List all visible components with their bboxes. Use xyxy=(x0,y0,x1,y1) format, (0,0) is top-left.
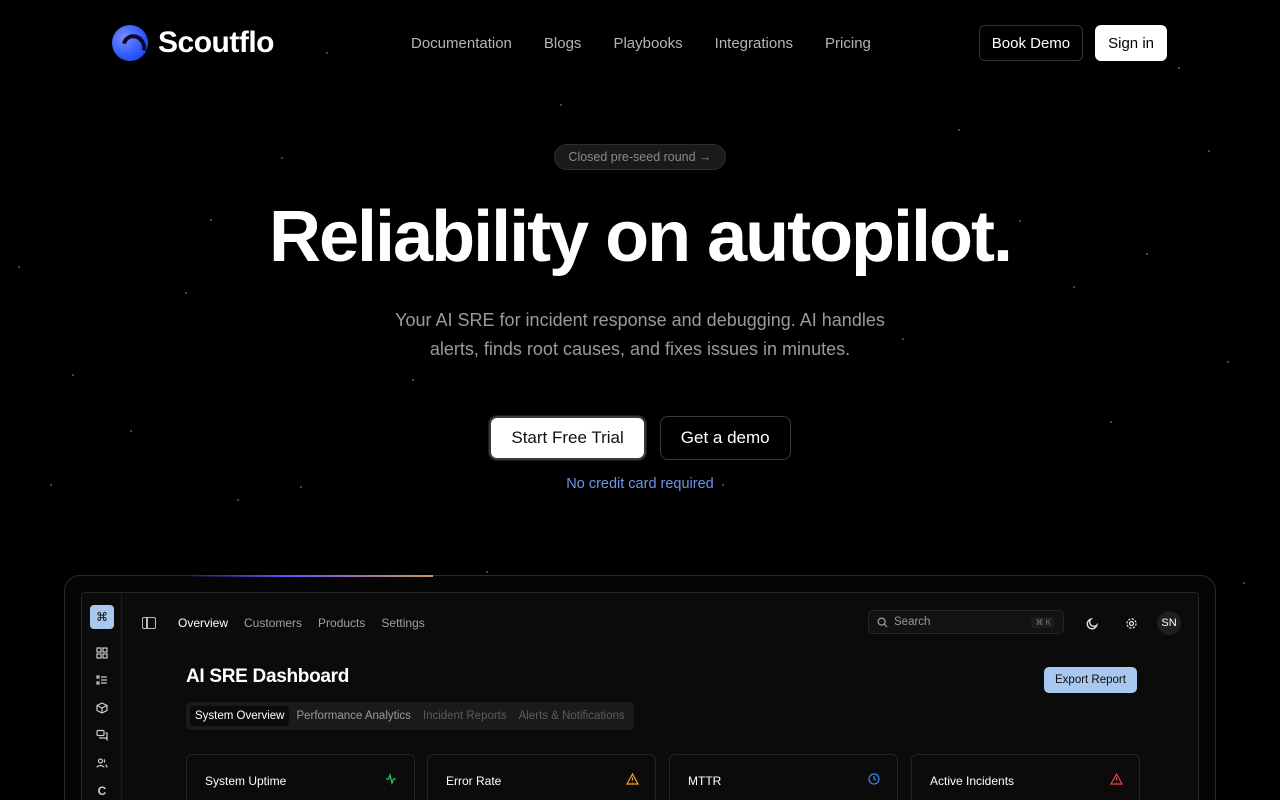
brand-name: Scoutflo xyxy=(158,26,275,59)
list-icon[interactable] xyxy=(90,668,114,692)
gear-icon[interactable] xyxy=(1119,611,1143,635)
users-icon[interactable] xyxy=(90,751,114,775)
card-title: Error Rate xyxy=(446,774,502,788)
nav-link-playbooks[interactable]: Playbooks xyxy=(613,35,682,52)
logo-icon[interactable]: C xyxy=(90,779,114,800)
dashboard-subtabs: System Overview Performance Analytics In… xyxy=(186,702,634,730)
search-shortcut: ⌘ K xyxy=(1031,616,1055,628)
hero-headline: Reliability on autopilot. xyxy=(269,197,1013,277)
activity-icon xyxy=(384,772,398,786)
avatar[interactable]: SN xyxy=(1157,611,1181,635)
top-navigation: Scoutflo Documentation Blogs Playbooks I… xyxy=(112,25,1167,61)
subtab-alerts-notifications[interactable]: Alerts & Notifications xyxy=(514,706,630,726)
dashboard-tabs: Overview Customers Products Settings xyxy=(178,616,425,630)
grid-icon[interactable] xyxy=(90,641,114,665)
metric-card-active-incidents[interactable]: Active Incidents xyxy=(911,754,1140,800)
card-title: MTTR xyxy=(688,774,722,788)
dashboard-topbar: Overview Customers Products Settings Sea… xyxy=(142,610,1198,636)
nav-link-documentation[interactable]: Documentation xyxy=(411,35,512,52)
export-report-button[interactable]: Export Report xyxy=(1044,667,1137,693)
logo-icon xyxy=(112,25,148,61)
moon-icon[interactable] xyxy=(1080,611,1104,635)
tab-customers[interactable]: Customers xyxy=(244,616,302,630)
search-placeholder: Search xyxy=(894,616,931,628)
get-a-demo-button[interactable]: Get a demo xyxy=(659,416,791,460)
announcement-pill[interactable]: Closed pre-seed round → xyxy=(554,144,726,170)
metric-card-mttr[interactable]: MTTR xyxy=(669,754,898,800)
metric-card-system-uptime[interactable]: System Uptime xyxy=(186,754,415,800)
dashboard-title: AI SRE Dashboard xyxy=(186,666,350,687)
clock-icon xyxy=(867,772,881,786)
dashboard-preview-frame: ⌘ C Overview Customers Products Settings… xyxy=(64,575,1216,800)
box-icon[interactable] xyxy=(90,696,114,720)
nav-link-pricing[interactable]: Pricing xyxy=(825,35,871,52)
nav-link-integrations[interactable]: Integrations xyxy=(715,35,793,52)
warning-icon xyxy=(625,772,639,786)
no-credit-card-note: No credit card required xyxy=(566,476,714,492)
nav-link-blogs[interactable]: Blogs xyxy=(544,35,582,52)
subtab-incident-reports[interactable]: Incident Reports xyxy=(418,706,512,726)
search-icon xyxy=(877,616,888,628)
tab-overview[interactable]: Overview xyxy=(178,616,228,630)
nav-actions: Book Demo Sign in xyxy=(978,25,1167,61)
cta-row: Start Free Trial Get a demo xyxy=(0,416,1280,460)
book-demo-button[interactable]: Book Demo xyxy=(978,25,1084,61)
tab-settings[interactable]: Settings xyxy=(381,616,424,630)
card-title: Active Incidents xyxy=(930,774,1015,788)
alert-icon xyxy=(1109,772,1123,786)
dashboard-app: ⌘ C Overview Customers Products Settings… xyxy=(81,592,1199,800)
command-icon[interactable]: ⌘ xyxy=(90,605,114,629)
frame-glow-line xyxy=(185,575,433,577)
chat-icon[interactable] xyxy=(90,723,114,747)
subtab-system-overview[interactable]: System Overview xyxy=(190,706,290,726)
metric-card-error-rate[interactable]: Error Rate xyxy=(427,754,656,800)
search-input[interactable]: Search ⌘ K xyxy=(868,610,1064,634)
card-title: System Uptime xyxy=(205,774,287,788)
brand-logo[interactable]: Scoutflo xyxy=(112,25,275,61)
start-free-trial-button[interactable]: Start Free Trial xyxy=(489,416,646,460)
sidebar-toggle-icon[interactable] xyxy=(142,617,156,629)
hero-subtitle: Your AI SRE for incident response and de… xyxy=(395,310,885,359)
dashboard-sidebar: ⌘ C xyxy=(82,593,122,800)
sign-in-button[interactable]: Sign in xyxy=(1095,25,1167,61)
subtab-performance-analytics[interactable]: Performance Analytics xyxy=(291,706,415,726)
nav-links: Documentation Blogs Playbooks Integratio… xyxy=(411,35,871,52)
tab-products[interactable]: Products xyxy=(318,616,365,630)
